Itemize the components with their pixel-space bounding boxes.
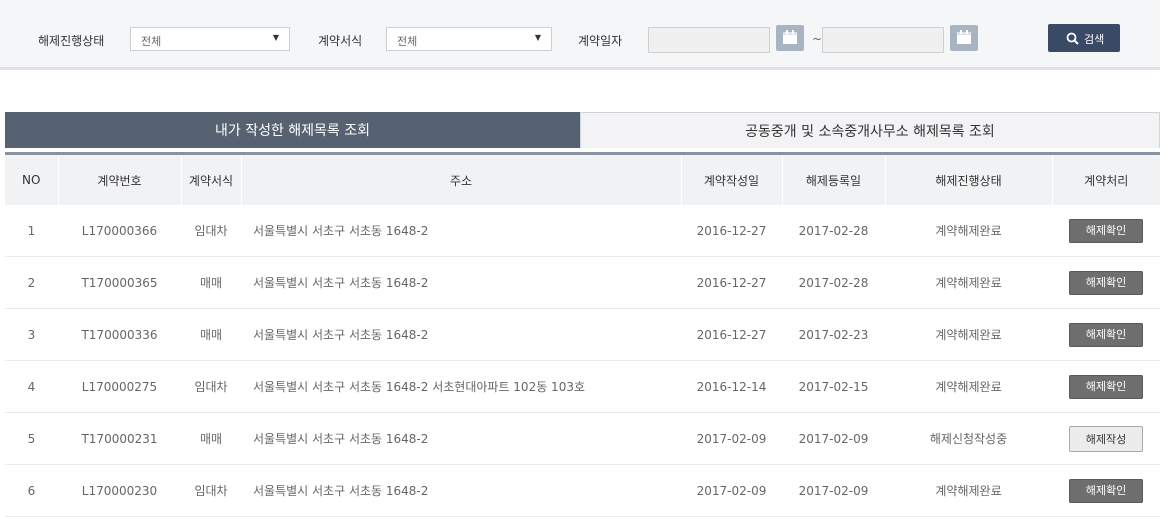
date-from-input[interactable] [648,27,770,53]
tab-label: 공동중개 및 소속중개사무소 해제목록 조회 [745,123,995,140]
table-row: 1 L170000366 임대차 서울특별시 서초구 서초동 1648-2 2016-1… [5,205,1160,257]
contract-written-date: 2016-12-27 [681,256,782,309]
contract-number: T170000336 [58,308,181,361]
row-number: 3 [5,308,58,361]
address: 서울특별시 서초구 서초동 1648-2 서초현대아파트 102동 103호 [241,360,681,413]
cancellation-registered-date: 2017-02-28 [782,205,885,257]
table-row: 2 T170000365 매매 서울특별시 서초구 서초동 1648-2 2016-12… [5,256,1160,309]
contract-form: 임대차 [181,360,241,413]
form-filter-label: 계약서식 [318,34,363,48]
date-to-input[interactable] [822,27,944,53]
address: 서울특별시 서초구 서초동 1648-2 [241,205,681,257]
column-header: 해제진행상태 [884,155,1052,205]
search-button[interactable]: 검색 [1048,24,1120,52]
cancellation-status: 계약해제완료 [885,256,1052,309]
date-range-separator: ~ [812,32,823,46]
cancellation-status: 해제신청작성중 [885,412,1052,465]
calendar-icon [957,30,971,44]
tab-joint-brokerage-cancellations[interactable]: 공동중개 및 소속중개사무소 해제목록 조회 [580,112,1160,148]
contract-number: T170000365 [58,256,181,309]
address: 서울특별시 서초구 서초동 1648-2 [241,464,681,517]
status-filter-select[interactable]: 전체 ▼ [130,27,290,51]
contract-number: L170000230 [58,464,181,517]
column-header: 계약서식 [180,155,241,205]
date-to-calendar-button[interactable] [950,25,978,51]
contract-form: 매매 [181,308,241,361]
cancellation-status: 계약해제완료 [885,205,1052,257]
column-header: 해제등록일 [781,155,885,205]
cancellation-status: 계약해제완료 [885,360,1052,413]
row-number: 5 [5,412,58,465]
column-header: 주소 [240,155,681,205]
row-number: 2 [5,256,58,309]
form-filter-select[interactable]: 전체 ▼ [386,27,552,51]
chevron-down-icon: ▼ [534,33,541,42]
contract-form: 매매 [181,412,241,465]
contract-form: 매매 [181,256,241,309]
row-number: 4 [5,360,58,413]
contract-number: L170000366 [58,205,181,257]
cancellation-registered-date: 2017-02-09 [782,464,885,517]
cancellation-table: NO 계약번호 계약서식 주소 계약작성일 해제등록일 해제진행상태 계약처리 … [5,155,1160,517]
row-number: 1 [5,205,58,257]
contract-number: L170000275 [58,360,181,413]
table-row: 3 T170000336 매매 서울특별시 서초구 서초동 1648-2 2016-12… [5,308,1160,361]
address: 서울특별시 서초구 서초동 1648-2 [241,412,681,465]
table-header-row: NO 계약번호 계약서식 주소 계약작성일 해제등록일 해제진행상태 계약처리 [5,155,1160,205]
contract-action-cell: 해제확인 [1052,205,1160,257]
confirm-cancellation-button[interactable]: 해제확인 [1069,270,1143,295]
row-number: 6 [5,464,58,517]
cancellation-registered-date: 2017-02-09 [782,412,885,465]
contract-action-cell: 해제확인 [1052,464,1160,517]
search-icon [1066,32,1079,45]
table-row: 5 T170000231 매매 서울특별시 서초구 서초동 1648-2 2017-02… [5,412,1160,465]
column-header: NO [5,155,58,205]
status-filter-value: 전체 [141,35,162,48]
contract-number: T170000231 [58,412,181,465]
calendar-icon [783,30,797,44]
confirm-cancellation-button[interactable]: 해제확인 [1069,322,1143,347]
contract-written-date: 2017-02-09 [681,464,782,517]
column-header: 계약번호 [57,155,181,205]
table-row: 6 L170000230 임대차 서울특별시 서초구 서초동 1648-2 2017-0… [5,464,1160,517]
date-filter-label: 계약일자 [578,34,623,48]
contract-action-cell: 해제확인 [1052,256,1160,309]
contract-written-date: 2016-12-14 [681,360,782,413]
tab-label: 내가 작성한 해제목록 조회 [214,123,371,139]
cancellation-status: 계약해제완료 [885,308,1052,361]
chevron-down-icon: ▼ [272,33,279,42]
table-body: 1 L170000366 임대차 서울특별시 서초구 서초동 1648-2 2016-1… [5,205,1160,517]
contract-form: 임대차 [181,464,241,517]
contract-written-date: 2016-12-27 [681,205,782,257]
column-header: 계약작성일 [680,155,782,205]
cancellation-registered-date: 2017-02-28 [782,256,885,309]
contract-action-cell: 해제확인 [1052,360,1160,413]
search-button-label: 검색 [1084,33,1105,46]
tab-my-cancellations[interactable]: 내가 작성한 해제목록 조회 [5,112,580,148]
confirm-cancellation-button[interactable]: 해제확인 [1069,218,1143,243]
contract-written-date: 2017-02-09 [681,412,782,465]
contract-action-cell: 해제작성 [1052,412,1160,465]
form-filter-value: 전체 [397,35,418,48]
cancellation-status: 계약해제완료 [885,464,1052,517]
contract-written-date: 2016-12-27 [681,308,782,361]
status-filter-label: 해제진행상태 [38,34,105,48]
address: 서울특별시 서초구 서초동 1648-2 [241,256,681,309]
contract-action-cell: 해제확인 [1052,308,1160,361]
address: 서울특별시 서초구 서초동 1648-2 [241,308,681,361]
cancellation-registered-date: 2017-02-15 [782,360,885,413]
date-from-calendar-button[interactable] [776,25,804,51]
cancellation-registered-date: 2017-02-23 [782,308,885,361]
contract-form: 임대차 [181,205,241,257]
table-row: 4 L170000275 임대차 서울특별시 서초구 서초동 1648-2 서초현대아… [5,360,1160,413]
column-header: 계약처리 [1051,155,1160,205]
confirm-cancellation-button[interactable]: 해제확인 [1069,374,1143,399]
write-cancellation-button[interactable]: 해제작성 [1069,425,1143,452]
confirm-cancellation-button[interactable]: 해제확인 [1069,478,1143,503]
search-filter-bar: 해제진행상태 전체 ▼ 계약서식 전체 ▼ 계약일자 ~ 검색 [0,0,1160,70]
